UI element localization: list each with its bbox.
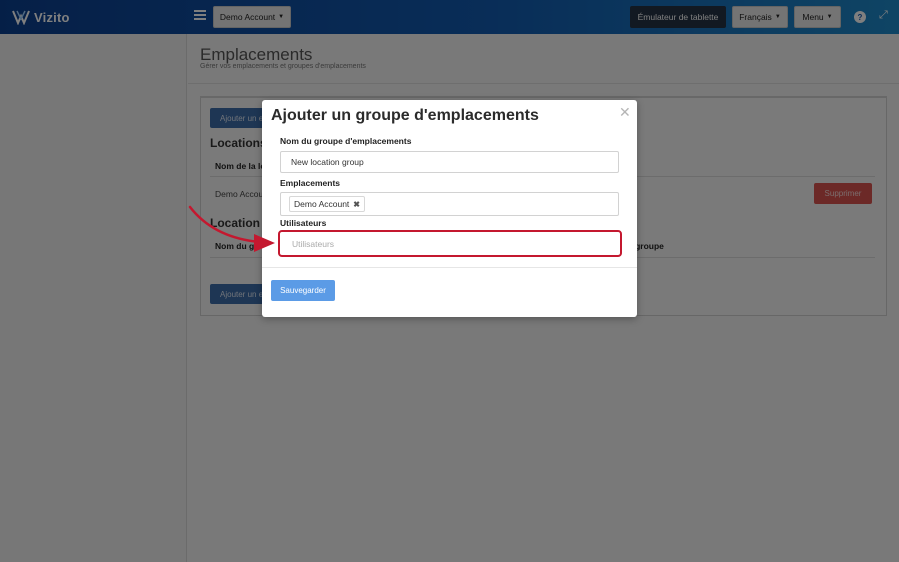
save-button-label: Sauvegarder: [280, 286, 326, 295]
annotation-arrow-icon: [188, 205, 275, 252]
add-location-group-modal: Ajouter un groupe d'emplacements ✕ Nom d…: [262, 100, 637, 317]
users-label: Utilisateurs: [280, 218, 327, 228]
group-name-input[interactable]: New location group: [280, 151, 619, 173]
save-button[interactable]: Sauvegarder: [271, 280, 335, 301]
remove-tag-icon[interactable]: ✖: [353, 200, 360, 209]
location-tag-label: Demo Account: [294, 199, 350, 209]
users-input[interactable]: Utilisateurs: [278, 230, 622, 257]
location-tag: Demo Account ✖: [289, 196, 365, 212]
close-icon[interactable]: ✕: [619, 104, 631, 121]
group-name-value: New location group: [291, 157, 364, 167]
locations-multiselect[interactable]: Demo Account ✖: [280, 192, 619, 216]
modal-divider: [262, 267, 637, 268]
users-placeholder: Utilisateurs: [292, 238, 335, 249]
modal-title: Ajouter un groupe d'emplacements: [271, 107, 539, 124]
locations-label: Emplacements: [280, 178, 340, 188]
group-name-label: Nom du groupe d'emplacements: [280, 136, 412, 146]
